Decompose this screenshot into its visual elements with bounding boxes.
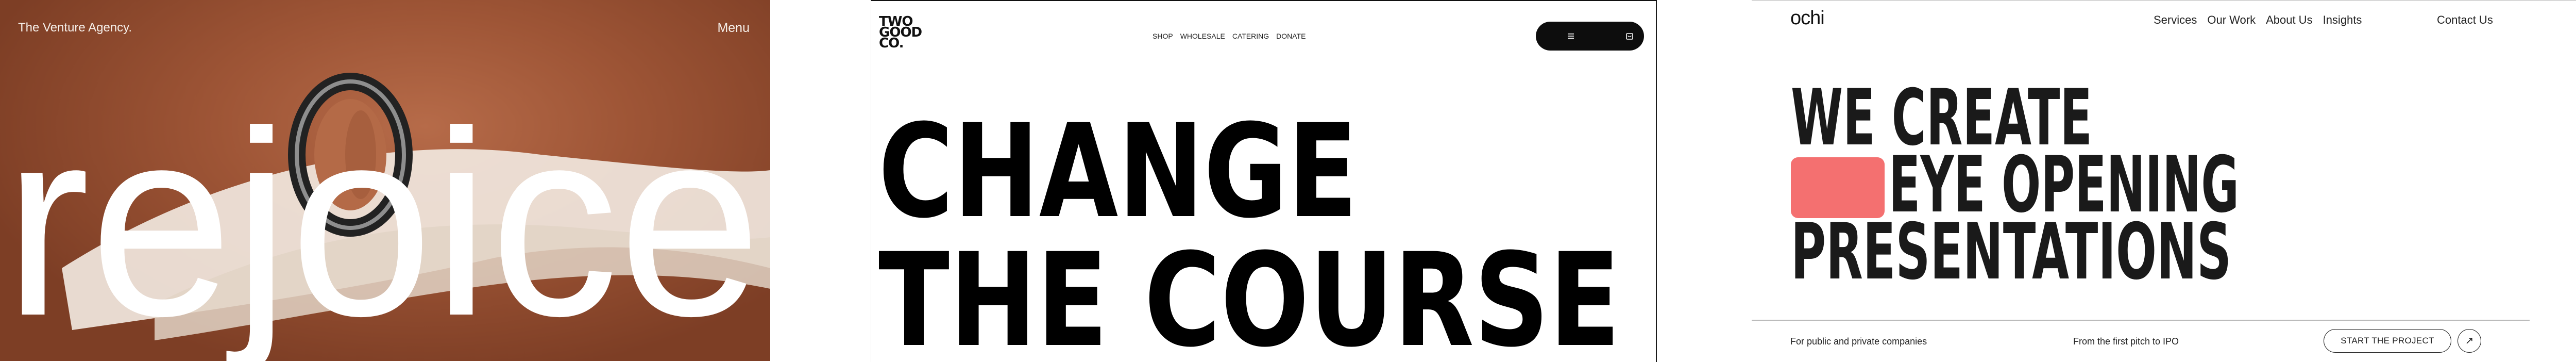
hero-heading: WE CREATE EYE OPENING PRESENTATIONS (1791, 83, 2239, 294)
top-border (1752, 0, 2576, 1)
nav-about-us[interactable]: About Us (2266, 13, 2313, 27)
two-good-panel: TWO GOOD CO. SHOP WHOLESALE CATERING DON… (871, 0, 1657, 362)
nav-shop[interactable]: SHOP (1153, 32, 1173, 40)
venture-agency-panel: The Venture Agency. Menu rejoice (0, 0, 770, 361)
footer-text-mid: From the first pitch to IPO (2073, 336, 2179, 347)
footer-text-left: For public and private companies (1790, 336, 1927, 347)
nav-insights[interactable]: Insights (2323, 13, 2362, 27)
action-pill (1536, 22, 1644, 51)
menu-button[interactable]: Menu (717, 21, 750, 36)
nav-catering[interactable]: CATERING (1232, 32, 1269, 40)
main-nav: SHOP WHOLESALE CATERING DONATE (1153, 32, 1306, 40)
hero-headline: CHANGE THE COURSE (878, 116, 1620, 353)
brand-name[interactable]: The Venture Agency. (18, 21, 132, 35)
main-nav: Services Our Work About Us Insights (2154, 13, 2362, 27)
two-good-logo[interactable]: TWO GOOD CO. (879, 15, 922, 50)
start-project-button[interactable]: START THE PROJECT (2324, 329, 2451, 353)
panel-divider (1656, 1, 1657, 362)
footer-divider (1752, 320, 2530, 321)
hero-word-text: rejoice (4, 124, 761, 361)
nav-our-work[interactable]: Our Work (2207, 13, 2256, 27)
heading-line-3: PRESENTATIONS (1791, 207, 2231, 294)
cart-icon[interactable] (1624, 31, 1635, 41)
ochi-panel: ochi Services Our Work About Us Insights… (1752, 0, 2576, 361)
ochi-logo[interactable]: ochi (1790, 7, 1825, 29)
arrow-up-right-icon[interactable]: ↗ (2458, 329, 2481, 353)
hero-word: rejoice (4, 124, 761, 361)
headline-line-2: THE COURSE (878, 225, 1620, 353)
contact-link[interactable]: Contact Us (2437, 13, 2493, 27)
menu-icon[interactable] (1566, 31, 1576, 41)
nav-services[interactable]: Services (2154, 13, 2197, 27)
nav-wholesale[interactable]: WHOLESALE (1180, 32, 1225, 40)
nav-donate[interactable]: DONATE (1276, 32, 1306, 40)
